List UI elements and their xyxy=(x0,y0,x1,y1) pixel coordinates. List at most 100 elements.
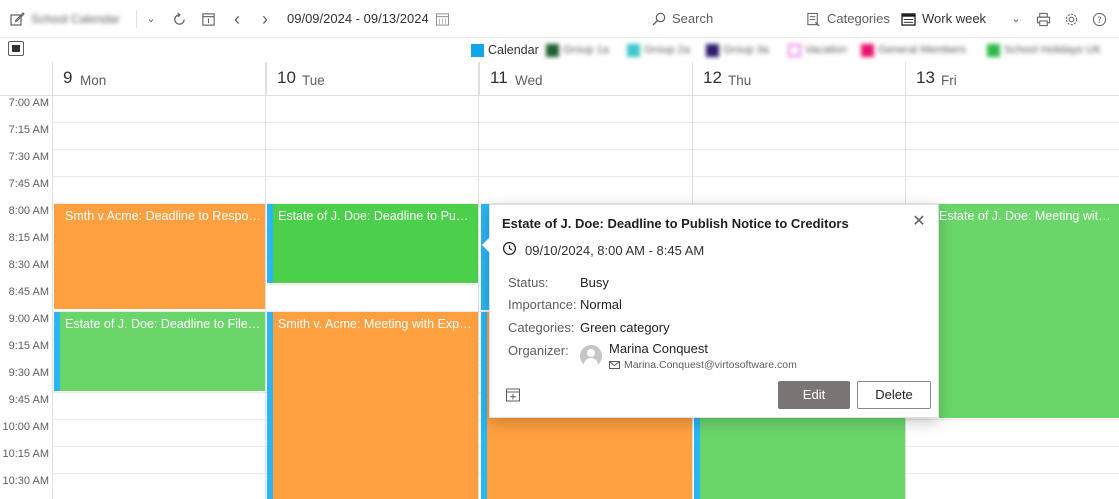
day-name: Fri xyxy=(941,73,957,88)
previous-week-icon[interactable]: ‹ xyxy=(229,0,245,38)
legend-swatch xyxy=(706,43,719,57)
legend-item-group-1a[interactable]: Group 1a xyxy=(546,41,609,59)
day-name: Tue xyxy=(302,73,325,88)
event-title: Estate of J. Doe: Meeting with Ben... xyxy=(939,209,1115,223)
legend-swatch xyxy=(471,43,484,57)
time-label: 8:45 AM xyxy=(8,286,49,298)
person-body xyxy=(584,358,598,367)
search-icon[interactable] xyxy=(650,0,668,38)
event-smith-v-acme-deadline[interactable]: Smth v Acme: Deadline to Respon... xyxy=(54,204,265,309)
grid-line xyxy=(53,122,1119,123)
time-label: 9:30 AM xyxy=(8,367,49,379)
popup-datetime: 09/10/2024, 8:00 AM - 8:45 AM xyxy=(525,242,705,258)
event-color-bar xyxy=(481,312,487,499)
time-column: 7:00 AM 7:15 AM 7:30 AM 7:45 AM 8:00 AM 8:15 … xyxy=(0,96,53,499)
search-input[interactable]: Search xyxy=(672,0,713,38)
add-to-calendar-icon[interactable] xyxy=(505,387,521,408)
svg-text:?: ? xyxy=(1097,14,1101,24)
organizer-name: Marina Conquest xyxy=(609,341,708,356)
toolbar: School Calendar ⌄ ‹ › 09/09/2024 - 09/13… xyxy=(0,0,1119,38)
divider xyxy=(136,10,137,28)
day-header-tue[interactable]: 10 Tue xyxy=(266,62,479,96)
importance-value: Normal xyxy=(580,297,622,312)
day-number: 13 xyxy=(916,68,935,87)
print-icon[interactable] xyxy=(1034,0,1052,38)
status-value: Busy xyxy=(580,275,609,290)
avatar xyxy=(580,345,602,367)
date-range[interactable]: 09/09/2024 - 09/13/2024 xyxy=(287,0,429,38)
legend-label: Group 1a xyxy=(563,44,609,56)
categories-label: Categories: xyxy=(508,320,575,335)
legend-swatch xyxy=(788,43,801,57)
day-number: 10 xyxy=(277,68,296,87)
legend-item-general-members[interactable]: General Members xyxy=(861,41,966,59)
event-details-popup: Estate of J. Doe: Deadline to Publish No… xyxy=(482,204,939,418)
calendar-name[interactable]: School Calendar xyxy=(31,0,120,38)
day-name: Wed xyxy=(515,73,543,88)
event-title: Smith v. Acme: Meeting with Expe... xyxy=(278,317,474,331)
grid-line xyxy=(53,149,1119,150)
today-icon[interactable] xyxy=(199,0,217,38)
view-dropdown-chevron-icon[interactable]: ⌄ xyxy=(1008,0,1024,38)
popup-title: Estate of J. Doe: Deadline to Publish No… xyxy=(502,216,849,231)
legend-swatch xyxy=(627,43,640,57)
next-week-icon[interactable]: › xyxy=(257,0,273,38)
day-header-wed[interactable]: 11 Wed xyxy=(479,62,692,96)
time-label: 7:15 AM xyxy=(8,124,49,136)
collapse-toggle[interactable] xyxy=(8,41,24,56)
day-header-thu[interactable]: 12 Thu xyxy=(692,62,905,96)
day-number: 9 xyxy=(63,68,73,87)
legend-label: Calendar xyxy=(488,43,539,57)
legend-item-school-holidays-uk[interactable]: School Holidays UK xyxy=(987,41,1101,59)
popup-datetime-row: 09/10/2024, 8:00 AM - 8:45 AM xyxy=(502,241,704,259)
help-icon[interactable]: ? xyxy=(1090,0,1108,38)
legend-swatch xyxy=(987,43,1000,57)
legend-label: School Holidays UK xyxy=(1004,44,1102,56)
calendar-picker-icon[interactable] xyxy=(433,0,451,38)
categories-button[interactable]: Categories xyxy=(827,0,890,38)
category-legend: Calendar Group 1a Group 2a Group 3a Vaca… xyxy=(0,38,1119,62)
categories-value: Green category xyxy=(580,320,670,335)
calendar-app: School Calendar ⌄ ‹ › 09/09/2024 - 09/13… xyxy=(0,0,1119,499)
organizer-email-row[interactable]: Marina.Conquest@virtosoftware.com xyxy=(609,359,797,371)
close-icon[interactable]: ✕ xyxy=(910,213,928,231)
categories-icon[interactable] xyxy=(804,0,822,38)
chevron-down-icon[interactable]: ⌄ xyxy=(143,0,159,38)
person-icon xyxy=(587,349,595,357)
event-estate-deadline-publish[interactable]: Estate of J. Doe: Deadline to Publi... xyxy=(267,204,478,283)
popup-pointer xyxy=(482,237,490,253)
work-week-icon[interactable] xyxy=(899,0,917,38)
mail-icon xyxy=(609,361,620,369)
legend-item-group-2a[interactable]: Group 2a xyxy=(627,41,690,59)
legend-item-vacation[interactable]: Vacation xyxy=(788,41,847,59)
day-name: Mon xyxy=(80,73,107,88)
time-label: 10:00 AM xyxy=(2,421,49,433)
day-name: Thu xyxy=(728,73,752,88)
delete-button[interactable]: Delete xyxy=(857,381,931,409)
legend-item-group-3a[interactable]: Group 3a xyxy=(706,41,769,59)
day-header-mon[interactable]: 9 Mon xyxy=(52,62,266,96)
legend-swatch xyxy=(861,43,874,57)
event-color-bar xyxy=(54,312,60,391)
legend-label: Group 2a xyxy=(644,44,690,56)
edit-button[interactable]: Edit xyxy=(778,381,850,409)
legend-label: Vacation xyxy=(805,44,847,56)
organizer-label: Organizer: xyxy=(508,343,569,358)
day-number: 11 xyxy=(490,68,508,87)
event-smith-v-acme-meeting[interactable]: Smith v. Acme: Meeting with Expe... xyxy=(267,312,478,499)
day-header-fri[interactable]: 13 Fri xyxy=(905,62,1119,96)
column-divider xyxy=(52,62,53,499)
view-selector[interactable]: Work week xyxy=(922,0,986,38)
time-label: 10:30 AM xyxy=(2,475,49,487)
edit-icon[interactable] xyxy=(8,0,26,38)
clock-icon xyxy=(502,241,517,259)
event-estate-deadline-file[interactable]: Estate of J. Doe: Deadline to File ... xyxy=(54,312,265,391)
column-divider xyxy=(265,62,266,499)
time-label: 8:30 AM xyxy=(8,259,49,271)
legend-item-calendar[interactable]: Calendar xyxy=(471,41,539,59)
legend-swatch xyxy=(546,43,559,57)
refresh-icon[interactable] xyxy=(170,0,188,38)
settings-gear-icon[interactable] xyxy=(1062,0,1080,38)
time-label: 7:30 AM xyxy=(8,151,49,163)
event-color-bar xyxy=(267,204,273,283)
